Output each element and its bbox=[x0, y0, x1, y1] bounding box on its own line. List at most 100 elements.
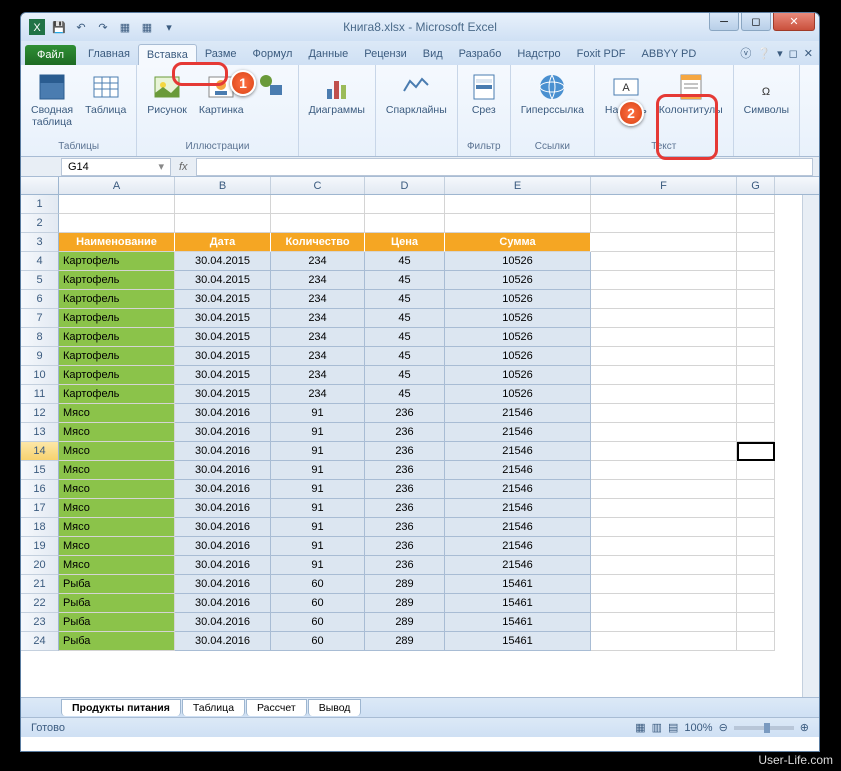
row-header-8[interactable]: 8 bbox=[21, 328, 59, 347]
cell[interactable]: 236 bbox=[365, 518, 445, 537]
row-header-18[interactable]: 18 bbox=[21, 518, 59, 537]
cell[interactable] bbox=[591, 385, 737, 404]
cell[interactable]: 289 bbox=[365, 632, 445, 651]
cell[interactable] bbox=[591, 537, 737, 556]
row-header-11[interactable]: 11 bbox=[21, 385, 59, 404]
row-header-3[interactable]: 3 bbox=[21, 233, 59, 252]
row-header-13[interactable]: 13 bbox=[21, 423, 59, 442]
tab-главная[interactable]: Главная bbox=[80, 44, 138, 65]
row-header-23[interactable]: 23 bbox=[21, 613, 59, 632]
cell[interactable]: 234 bbox=[271, 252, 365, 271]
cell[interactable]: 30.04.2016 bbox=[175, 461, 271, 480]
cell[interactable]: 10526 bbox=[445, 347, 591, 366]
help-icon[interactable]: ❔ bbox=[757, 47, 771, 60]
tab-рецензи[interactable]: Рецензи bbox=[356, 44, 415, 65]
cell[interactable] bbox=[175, 214, 271, 233]
cell[interactable]: 30.04.2016 bbox=[175, 423, 271, 442]
view-pagebreak-icon[interactable]: ▤ bbox=[668, 721, 678, 734]
cell[interactable]: 91 bbox=[271, 404, 365, 423]
cell[interactable] bbox=[591, 404, 737, 423]
cell[interactable] bbox=[365, 214, 445, 233]
ribbon-spark-button[interactable]: Спарклайны bbox=[382, 69, 451, 119]
cell[interactable] bbox=[271, 195, 365, 214]
header-cell[interactable]: Количество bbox=[271, 233, 365, 252]
cell[interactable] bbox=[591, 195, 737, 214]
col-header-B[interactable]: B bbox=[175, 177, 271, 194]
cell[interactable] bbox=[591, 214, 737, 233]
cell[interactable]: 45 bbox=[365, 271, 445, 290]
row-header-24[interactable]: 24 bbox=[21, 632, 59, 651]
row-header-15[interactable]: 15 bbox=[21, 461, 59, 480]
cell[interactable]: 30.04.2016 bbox=[175, 537, 271, 556]
cell[interactable]: 10526 bbox=[445, 271, 591, 290]
close-button[interactable]: ✕ bbox=[773, 13, 815, 31]
cell[interactable]: 234 bbox=[271, 366, 365, 385]
tab-abbyy pd[interactable]: ABBYY PD bbox=[634, 44, 705, 65]
cell[interactable]: 30.04.2015 bbox=[175, 347, 271, 366]
cell[interactable]: 45 bbox=[365, 309, 445, 328]
cell[interactable] bbox=[737, 328, 775, 347]
cell[interactable]: Мясо bbox=[59, 480, 175, 499]
row-header-9[interactable]: 9 bbox=[21, 347, 59, 366]
header-cell[interactable]: Наименование bbox=[59, 233, 175, 252]
col-header-E[interactable]: E bbox=[445, 177, 591, 194]
ribbon-restore-icon[interactable]: ◻ bbox=[789, 47, 798, 60]
row-header-22[interactable]: 22 bbox=[21, 594, 59, 613]
ribbon-slicer-button[interactable]: Срез bbox=[464, 69, 504, 119]
ribbon-options-icon[interactable]: ▾ bbox=[777, 47, 783, 60]
cell[interactable] bbox=[591, 328, 737, 347]
cell[interactable]: 236 bbox=[365, 537, 445, 556]
cell[interactable]: Мясо bbox=[59, 537, 175, 556]
cell[interactable]: 21546 bbox=[445, 461, 591, 480]
cell[interactable] bbox=[591, 575, 737, 594]
zoom-in-icon[interactable]: ⊕ bbox=[800, 721, 809, 734]
excel-icon[interactable]: X bbox=[27, 17, 47, 37]
tab-разрабо[interactable]: Разрабо bbox=[451, 44, 510, 65]
redo-icon[interactable]: ↷ bbox=[93, 17, 113, 37]
cell[interactable]: 21546 bbox=[445, 480, 591, 499]
vertical-scrollbar[interactable] bbox=[802, 195, 819, 697]
view-normal-icon[interactable]: ▦ bbox=[635, 721, 645, 734]
cell[interactable]: Мясо bbox=[59, 404, 175, 423]
tab-разме[interactable]: Разме bbox=[197, 44, 245, 65]
cell[interactable]: 30.04.2016 bbox=[175, 594, 271, 613]
ribbon-link-button[interactable]: Гиперссылка bbox=[517, 69, 588, 119]
cell[interactable]: 60 bbox=[271, 613, 365, 632]
cell[interactable] bbox=[591, 366, 737, 385]
cell[interactable] bbox=[591, 252, 737, 271]
cell[interactable] bbox=[737, 575, 775, 594]
row-header-4[interactable]: 4 bbox=[21, 252, 59, 271]
save-icon[interactable]: 💾 bbox=[49, 17, 69, 37]
row-header-16[interactable]: 16 bbox=[21, 480, 59, 499]
cell[interactable]: 234 bbox=[271, 271, 365, 290]
cell[interactable] bbox=[737, 423, 775, 442]
cell[interactable] bbox=[591, 271, 737, 290]
cell[interactable]: 30.04.2016 bbox=[175, 613, 271, 632]
ribbon-image-button[interactable]: Рисунок bbox=[143, 69, 191, 119]
cell[interactable]: 21546 bbox=[445, 404, 591, 423]
cell[interactable]: 45 bbox=[365, 347, 445, 366]
cell[interactable]: Мясо bbox=[59, 423, 175, 442]
row-header-20[interactable]: 20 bbox=[21, 556, 59, 575]
cell[interactable]: 30.04.2016 bbox=[175, 480, 271, 499]
cell[interactable]: 30.04.2016 bbox=[175, 632, 271, 651]
cell[interactable]: 15461 bbox=[445, 594, 591, 613]
tab-данные[interactable]: Данные bbox=[300, 44, 356, 65]
cell[interactable]: Мясо bbox=[59, 461, 175, 480]
header-cell[interactable]: Сумма bbox=[445, 233, 591, 252]
sheet-tab[interactable]: Рассчет bbox=[246, 699, 307, 716]
row-header-19[interactable]: 19 bbox=[21, 537, 59, 556]
ribbon-close-icon[interactable]: ✕ bbox=[804, 47, 813, 60]
cell[interactable]: Картофель bbox=[59, 347, 175, 366]
cell[interactable]: Картофель bbox=[59, 366, 175, 385]
cell[interactable]: 236 bbox=[365, 480, 445, 499]
row-header-14[interactable]: 14 bbox=[21, 442, 59, 461]
cell[interactable] bbox=[737, 613, 775, 632]
cell[interactable]: Картофель bbox=[59, 290, 175, 309]
undo-icon[interactable]: ↶ bbox=[71, 17, 91, 37]
cell[interactable]: 10526 bbox=[445, 328, 591, 347]
formula-input[interactable] bbox=[196, 158, 813, 176]
cell[interactable] bbox=[737, 499, 775, 518]
qat-dropdown-icon[interactable]: ▾ bbox=[159, 17, 179, 37]
cell[interactable] bbox=[737, 385, 775, 404]
